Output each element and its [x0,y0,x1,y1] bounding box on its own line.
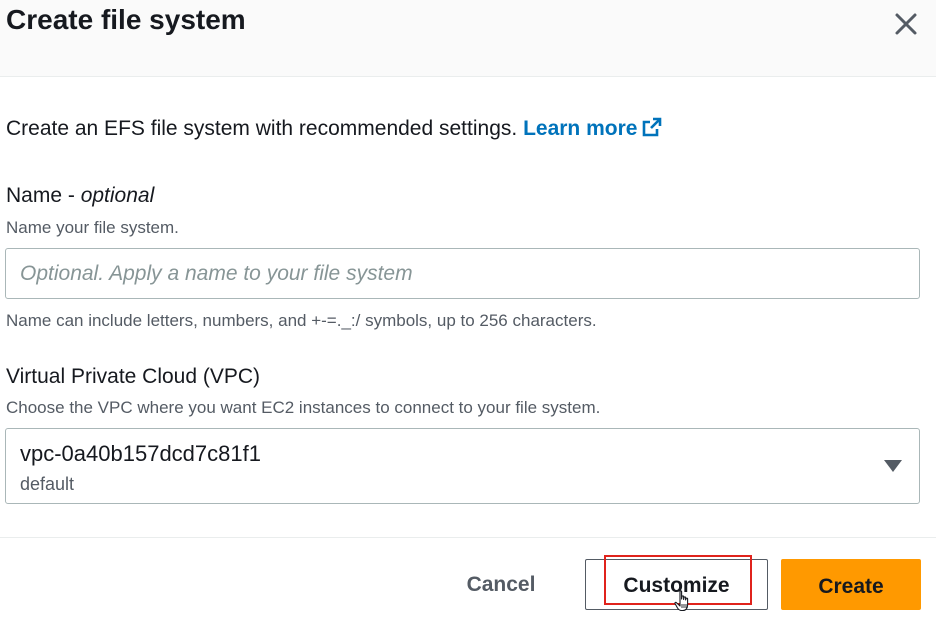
close-button[interactable] [890,8,922,40]
name-constraint-text: Name can include letters, numbers, and +… [6,311,597,330]
learn-more-label: Learn more [523,117,638,140]
name-label-optional: optional [80,184,155,207]
caret-down-icon [884,460,902,472]
vpc-select[interactable]: vpc-0a40b157dcd7c81f1 default [5,428,920,504]
vpc-field-description: Choose the VPC where you want EC2 instan… [6,398,601,417]
create-file-system-modal: Create file system Create an EFS file sy… [0,0,936,630]
create-button[interactable]: Create [781,559,921,610]
external-link-icon [643,117,662,137]
vpc-field-label: Virtual Private Cloud (VPC) [6,365,261,388]
modal-title: Create file system [6,4,246,35]
name-field-description: Name your file system. [6,218,179,237]
name-label-text: Name - [6,184,81,207]
intro-text: Create an EFS file system with recommend… [6,117,518,140]
close-icon [895,13,917,35]
name-field-label: Name - optional [6,184,154,208]
modal-footer: Cancel Customize Create [0,537,936,630]
cancel-button[interactable]: Cancel [440,558,562,610]
vpc-selected-value: vpc-0a40b157dcd7c81f1 [20,441,261,466]
intro-text-row: Create an EFS file system with recommend… [6,116,663,141]
learn-more-link[interactable]: Learn more [523,117,663,140]
name-input[interactable] [5,248,920,299]
customize-button[interactable]: Customize [585,559,768,610]
vpc-selected-sublabel: default [20,474,75,494]
modal-header: Create file system [0,0,936,77]
